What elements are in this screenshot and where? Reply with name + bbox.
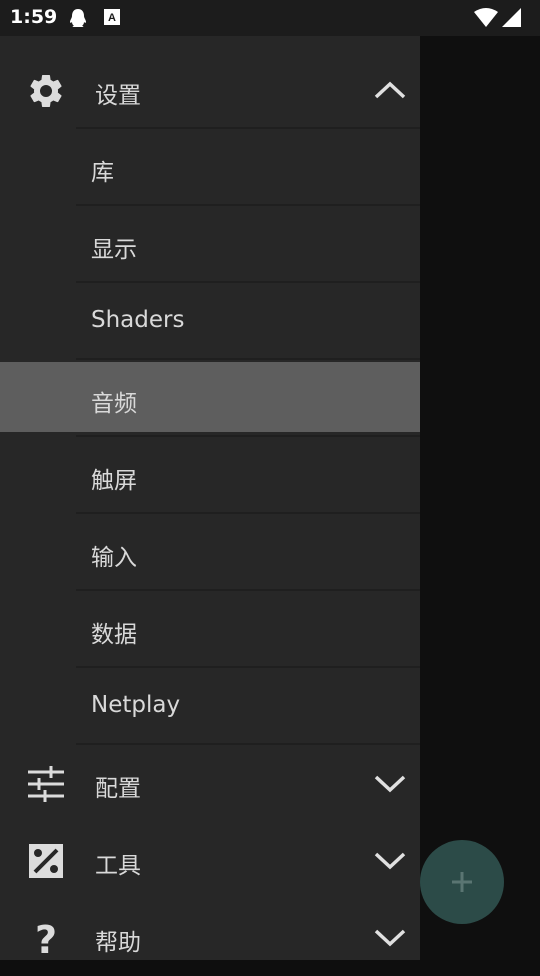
help-icon: ? bbox=[26, 918, 66, 962]
svg-text:?: ? bbox=[35, 918, 57, 958]
plus-icon bbox=[452, 872, 472, 892]
svg-text:A: A bbox=[108, 12, 116, 24]
config-section-header[interactable]: 配置 bbox=[0, 745, 420, 822]
help-section-header[interactable]: ? 帮助 bbox=[0, 899, 420, 976]
settings-item-label: 数据 bbox=[91, 622, 137, 648]
settings-item-label: 显示 bbox=[91, 237, 137, 263]
settings-item-label: Shaders bbox=[91, 307, 185, 333]
chevron-down-icon bbox=[373, 771, 407, 795]
status-bar: 1:59 A bbox=[0, 0, 540, 36]
settings-item-library[interactable]: 库 bbox=[0, 129, 420, 206]
keyboard-a-icon: A bbox=[103, 8, 121, 30]
tools-section-label: 工具 bbox=[95, 853, 141, 879]
settings-item-label: 输入 bbox=[91, 545, 137, 571]
settings-item-input[interactable]: 输入 bbox=[0, 514, 420, 591]
tools-icon bbox=[26, 841, 66, 881]
help-section-label: 帮助 bbox=[95, 930, 141, 956]
sliders-icon bbox=[26, 764, 66, 804]
settings-item-label: 音频 bbox=[91, 391, 137, 417]
navigation-drawer: 设置 库 显示 Shaders 音频 触屏 输入 数据 Netplay 配置 工… bbox=[0, 36, 420, 962]
wifi-icon bbox=[474, 8, 498, 32]
tools-section-header[interactable]: 工具 bbox=[0, 822, 420, 899]
settings-item-label: 触屏 bbox=[91, 468, 137, 494]
add-fab-button[interactable] bbox=[420, 840, 504, 924]
settings-section-label: 设置 bbox=[95, 83, 141, 109]
settings-item-label: Netplay bbox=[91, 692, 181, 718]
gear-icon bbox=[26, 71, 66, 111]
chevron-down-icon bbox=[373, 848, 407, 872]
settings-section-header[interactable]: 设置 bbox=[0, 52, 420, 129]
status-time: 1:59 bbox=[10, 6, 58, 28]
selected-highlight bbox=[0, 362, 420, 432]
settings-item-shaders[interactable]: Shaders bbox=[0, 283, 420, 360]
settings-item-display[interactable]: 显示 bbox=[0, 206, 420, 283]
scrim-backdrop[interactable] bbox=[420, 36, 540, 960]
signal-icon bbox=[502, 8, 522, 32]
settings-item-data[interactable]: 数据 bbox=[0, 591, 420, 668]
config-section-label: 配置 bbox=[95, 776, 141, 802]
settings-item-touchscreen[interactable]: 触屏 bbox=[0, 437, 420, 514]
settings-item-label: 库 bbox=[91, 160, 114, 186]
settings-item-audio[interactable]: 音频 bbox=[0, 360, 420, 437]
settings-item-netplay[interactable]: Netplay bbox=[0, 668, 420, 745]
chevron-down-icon bbox=[373, 925, 407, 949]
chevron-up-icon bbox=[373, 78, 407, 102]
qq-icon bbox=[68, 8, 88, 32]
